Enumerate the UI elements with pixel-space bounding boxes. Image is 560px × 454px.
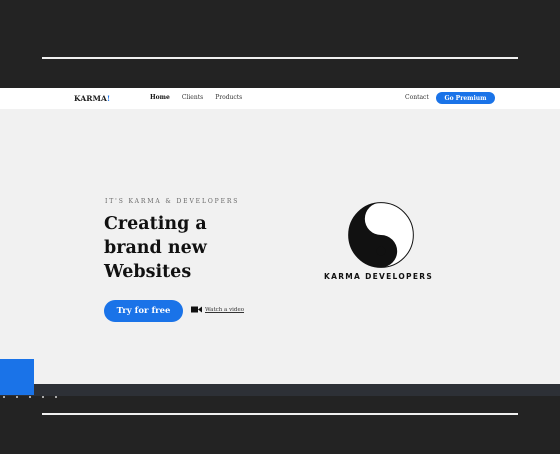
logo-wordmark: KARMA DEVELOPERS xyxy=(324,272,434,281)
go-premium-button[interactable]: Go Premium xyxy=(436,92,495,104)
headline-line-1: Creating a xyxy=(104,214,207,234)
hero-headline: Creating a brand new Websites xyxy=(104,212,274,284)
footer-dot xyxy=(55,396,57,398)
nav-clients[interactable]: Clients xyxy=(182,94,203,101)
headline-line-3: Websites xyxy=(104,262,192,282)
watch-video-link[interactable]: Watch a video xyxy=(191,306,244,313)
nav-home[interactable]: Home xyxy=(150,94,170,101)
footer-bar xyxy=(0,384,560,396)
hero-eyebrow: IT'S KARMA & DEVELOPERS xyxy=(105,198,240,205)
brand-mark: ! xyxy=(106,94,111,103)
nav-products[interactable]: Products xyxy=(215,94,242,101)
footer-dot xyxy=(16,396,18,398)
nav-links: Home Clients Products xyxy=(150,94,242,101)
webpage: KARMA! Home Clients Products Contact Go … xyxy=(0,88,560,384)
footer-dots xyxy=(0,396,57,398)
try-for-free-button[interactable]: Try for free xyxy=(104,300,183,322)
headline-line-2: brand new xyxy=(104,238,207,258)
navbar: KARMA! Home Clients Products Contact Go … xyxy=(0,88,560,109)
bottom-divider xyxy=(42,413,518,415)
yin-yang-icon xyxy=(348,202,414,268)
footer-dot xyxy=(29,396,31,398)
floating-action-button[interactable] xyxy=(0,359,34,395)
footer-dot xyxy=(3,396,5,398)
nav-contact[interactable]: Contact xyxy=(405,94,429,101)
brand-name: KARMA xyxy=(74,94,107,103)
video-camera-icon xyxy=(191,306,202,313)
brand-logo[interactable]: KARMA! xyxy=(74,94,110,103)
top-divider xyxy=(42,57,518,59)
watch-video-label: Watch a video xyxy=(205,306,245,313)
footer-dot xyxy=(42,396,44,398)
